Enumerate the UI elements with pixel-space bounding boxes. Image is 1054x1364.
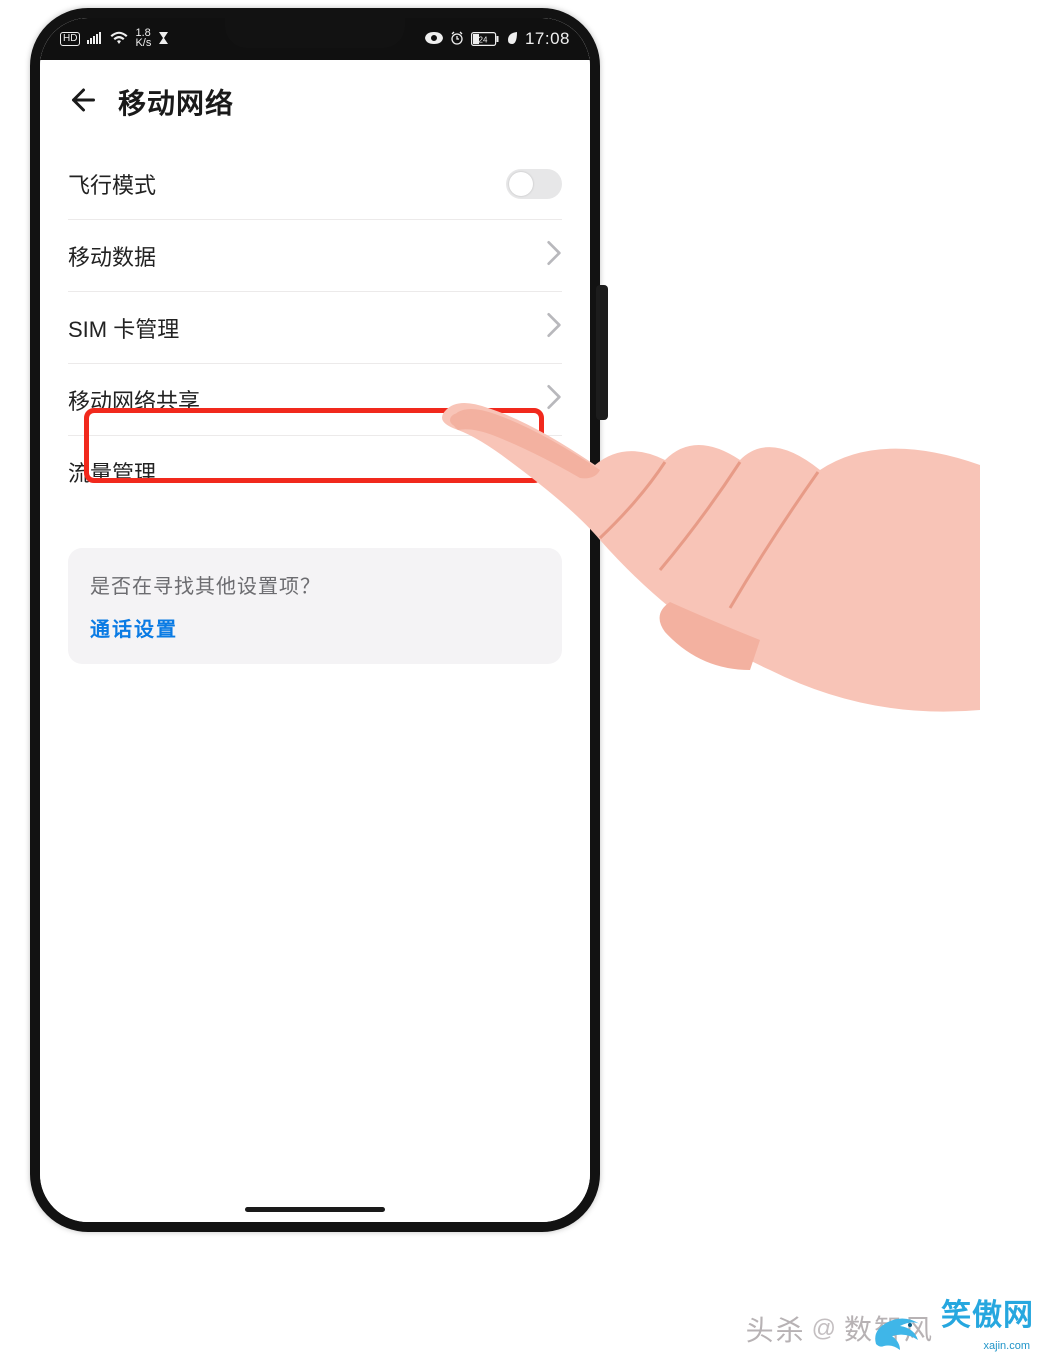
help-link-call-settings[interactable]: 通话设置 — [90, 613, 540, 642]
status-right: 24 17:08 — [425, 29, 570, 49]
chevron-right-icon — [546, 239, 562, 273]
airplane-toggle[interactable] — [506, 169, 562, 199]
home-indicator — [245, 1207, 385, 1212]
hd-badge: HD — [60, 32, 80, 46]
at-icon: @ — [812, 1315, 838, 1343]
wifi-icon — [110, 31, 128, 48]
help-question: 是否在寻找其他设置项？ — [90, 570, 540, 599]
footer-brand2: 笑傲网 — [941, 1290, 1034, 1334]
settings-list: 飞行模式 移动数据 SIM 卡管理 移动网络共享 — [40, 148, 590, 508]
leaf-icon — [506, 31, 518, 48]
row-label: 飞行模式 — [68, 168, 156, 200]
screen: HD 1.8 K/s — [40, 18, 590, 1222]
chevron-right-icon — [546, 383, 562, 417]
row-label: SIM 卡管理 — [68, 312, 179, 344]
phone-frame: HD 1.8 K/s — [30, 8, 600, 1232]
battery-icon: 24 — [471, 32, 499, 46]
row-label: 流量管理 — [68, 456, 156, 488]
status-left: HD 1.8 K/s — [60, 29, 169, 49]
svg-text:24: 24 — [479, 36, 488, 45]
page-header: 移动网络 — [40, 60, 590, 148]
hourglass-icon — [158, 31, 169, 48]
row-airplane-mode[interactable]: 飞行模式 — [68, 148, 562, 220]
row-label: 移动网络共享 — [68, 384, 200, 416]
help-card: 是否在寻找其他设置项？ 通话设置 — [68, 548, 562, 664]
phone-side-button — [596, 285, 608, 420]
chevron-right-icon — [546, 455, 562, 489]
page-title: 移动网络 — [118, 82, 234, 122]
signal-icon — [87, 31, 103, 47]
row-traffic-management[interactable]: 流量管理 — [68, 436, 562, 508]
alarm-icon — [450, 31, 464, 48]
toggle-knob — [509, 172, 533, 196]
footer-watermark: 头杀 @ 数智风 笑傲网 xajin.com — [746, 1304, 1034, 1354]
chevron-right-icon — [546, 311, 562, 345]
net-speed: 1.8 K/s — [135, 29, 151, 49]
status-time: 17:08 — [525, 29, 570, 49]
row-mobile-data[interactable]: 移动数据 — [68, 220, 562, 292]
back-icon[interactable] — [66, 85, 96, 120]
eye-icon — [425, 31, 443, 47]
footer-text-1: 头杀 — [746, 1309, 806, 1349]
notch — [225, 18, 405, 48]
row-label: 移动数据 — [68, 240, 156, 272]
row-network-sharing[interactable]: 移动网络共享 — [68, 364, 562, 436]
row-sim-management[interactable]: SIM 卡管理 — [68, 292, 562, 364]
dolphin-icon — [870, 1310, 924, 1354]
footer-url: xajin.com — [984, 1340, 1030, 1352]
